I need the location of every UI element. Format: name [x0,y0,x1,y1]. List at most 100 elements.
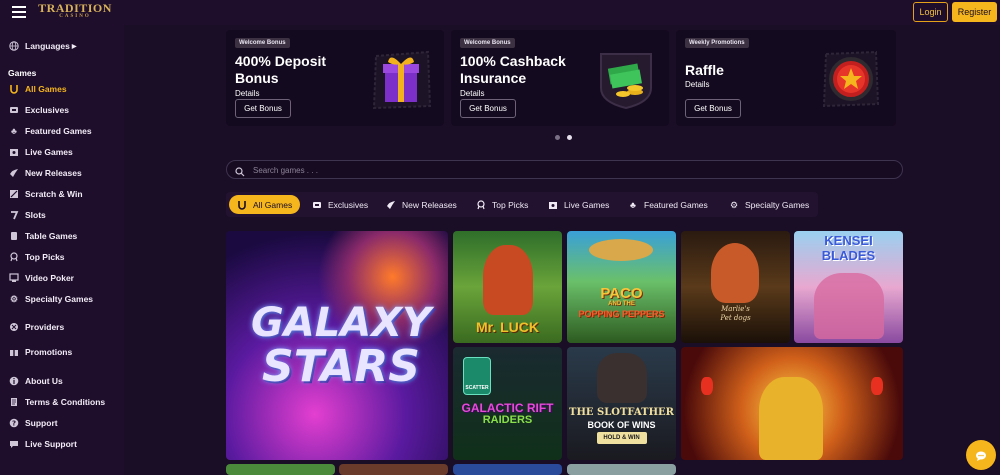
game-title-line2: BLADES [821,248,876,263]
svg-text:?: ? [12,420,16,428]
search-bar [226,160,903,179]
chat-button[interactable] [966,440,996,470]
get-bonus-button[interactable]: Get Bonus [460,99,516,118]
exclusive-icon [312,200,322,210]
game-tile-galaxy-stars[interactable]: GALAXY STARS [226,231,448,460]
character-image [711,243,759,303]
exclusive-icon [9,105,19,115]
lantern-icon [871,377,883,395]
sidebar-item-all-games[interactable]: All Games [9,82,67,96]
game-tile-marlies-pet-dogs[interactable]: Marlie's Pet dogs [681,231,790,343]
game-tile-galactic-rift-raiders[interactable]: SCATTER GALACTIC RIFT RAIDERS [453,347,562,460]
promo-card-deposit-bonus[interactable]: Welcome Bonus 400% Deposit Bonus Details… [226,30,444,126]
get-bonus-button[interactable]: Get Bonus [235,99,291,118]
sidebar-item-label: Terms & Conditions [25,397,106,407]
game-tile-paco[interactable]: PACO AND THE POPPING PEPPERS [567,231,676,343]
game-title-line2: STARS [262,341,420,392]
sidebar-item-label: New Releases [25,168,82,178]
medal-icon [476,199,486,210]
game-tile-mr-luck[interactable]: Mr. LUCK [453,231,562,343]
promo-title: 400% Deposit Bonus [235,53,327,86]
sidebar-item-slots[interactable]: Slots [9,208,46,222]
game-tile-kensei-blades[interactable]: KENSEI BLADES [794,231,903,343]
game-tile-partial[interactable] [567,464,676,475]
globe-icon [9,41,19,51]
horseshoe-icon [9,84,19,94]
chat-icon [9,439,19,449]
medal-icon [9,252,19,262]
sidebar-item-exclusives[interactable]: Exclusives [9,103,69,117]
tab-exclusives[interactable]: Exclusives [306,195,374,214]
sidebar-item-about-us[interactable]: About Us [9,374,63,388]
promo-details-link[interactable]: Details [235,89,259,98]
tab-live-games[interactable]: Live Games [542,195,615,214]
sidebar-item-promotions[interactable]: Promotions [9,345,72,359]
sidebar-item-terms[interactable]: Terms & Conditions [9,395,105,409]
carousel-dot-2[interactable] [567,135,572,140]
raffle-star-icon [820,48,882,110]
clover-icon: ♣ [11,126,17,136]
sidebar-item-table-games[interactable]: Table Games [9,229,77,243]
promo-card-raffle[interactable]: Weekly Promotions Raffle Details Get Bon… [676,30,896,126]
tab-all-games[interactable]: All Games [229,195,301,214]
search-input[interactable] [253,163,853,177]
sidebar-item-live-support[interactable]: Live Support [9,437,77,451]
clover-icon: ♣ [630,199,636,210]
game-title-line1: GALAXY [250,300,432,346]
carousel-dot-1[interactable] [555,135,560,140]
sidebar-languages[interactable]: Languages ▶ [9,39,77,53]
cash-stack-icon [595,48,657,110]
tab-label: All Games [253,199,293,210]
sidebar-item-support[interactable]: ? Support [9,416,58,430]
tab-label: Featured Games [644,199,708,210]
tab-label: Exclusives [328,199,369,210]
tab-featured-games[interactable]: ♣ Featured Games [622,195,714,214]
top-bar: TRADITION CASINO Login Register [0,0,1000,25]
game-tile-partial[interactable] [453,464,562,475]
promo-title: 100% Cashback Insurance [460,53,566,86]
game-title-line1: KENSEI [824,233,873,248]
sidebar-item-label: Support [25,418,58,428]
tab-top-picks[interactable]: Top Picks [470,195,534,214]
tab-label: Specialty Games [745,199,810,210]
sidebar-item-label: Promotions [25,347,73,357]
game-tile-fortune-god[interactable] [681,347,903,460]
sidebar-item-featured-games[interactable]: ♣ Featured Games [9,124,92,138]
sidebar-item-top-picks[interactable]: Top Picks [9,250,65,264]
get-bonus-button[interactable]: Get Bonus [685,99,741,118]
sidebar-item-specialty-games[interactable]: ⚙ Specialty Games [9,292,93,306]
sidebar-item-live-games[interactable]: Live Games [9,145,73,159]
sidebar-item-video-poker[interactable]: Video Poker [9,271,74,285]
game-title-line1: SCATTER [465,385,489,391]
promo-card-cashback[interactable]: Welcome Bonus 100% Cashback Insurance De… [451,30,669,126]
chat-bubble-icon [975,449,987,467]
game-title: Mr. LUCK [476,319,539,335]
game-tile-partial[interactable] [339,464,448,475]
cards-icon [9,231,19,241]
document-icon [9,397,19,407]
menu-icon[interactable] [12,6,26,18]
game-tile-partial[interactable] [226,464,335,475]
gangster-image [597,353,647,403]
promo-details-link[interactable]: Details [460,89,484,98]
gear-icon: ⚙ [9,294,19,304]
new-icon [386,200,396,210]
gear-icon: ⚙ [729,199,739,210]
sidebar-item-label: Featured Games [25,126,92,136]
tab-specialty-games[interactable]: ⚙ Specialty Games [723,195,815,214]
sidebar-item-scratch-win[interactable]: Scratch & Win [9,187,83,201]
slot-icon [9,210,19,220]
sidebar-item-label: About Us [25,376,63,386]
login-button[interactable]: Login [913,2,948,22]
promo-tag: Welcome Bonus [460,38,515,48]
sidebar-item-providers[interactable]: Providers [9,320,64,334]
tab-new-releases[interactable]: New Releases [380,195,463,214]
lantern-icon [701,377,713,395]
game-title-line1: PACO [600,285,643,302]
sidebar-item-new-releases[interactable]: New Releases [9,166,82,180]
game-tile-slotfather[interactable]: THE SLOTFATHER BOOK OF WINS HOLD & WIN [567,347,676,460]
logo[interactable]: TRADITION CASINO [36,2,114,22]
game-title-line2: BOOK OF WINS [587,420,656,430]
promo-details-link[interactable]: Details [685,80,709,89]
register-button[interactable]: Register [952,2,997,22]
